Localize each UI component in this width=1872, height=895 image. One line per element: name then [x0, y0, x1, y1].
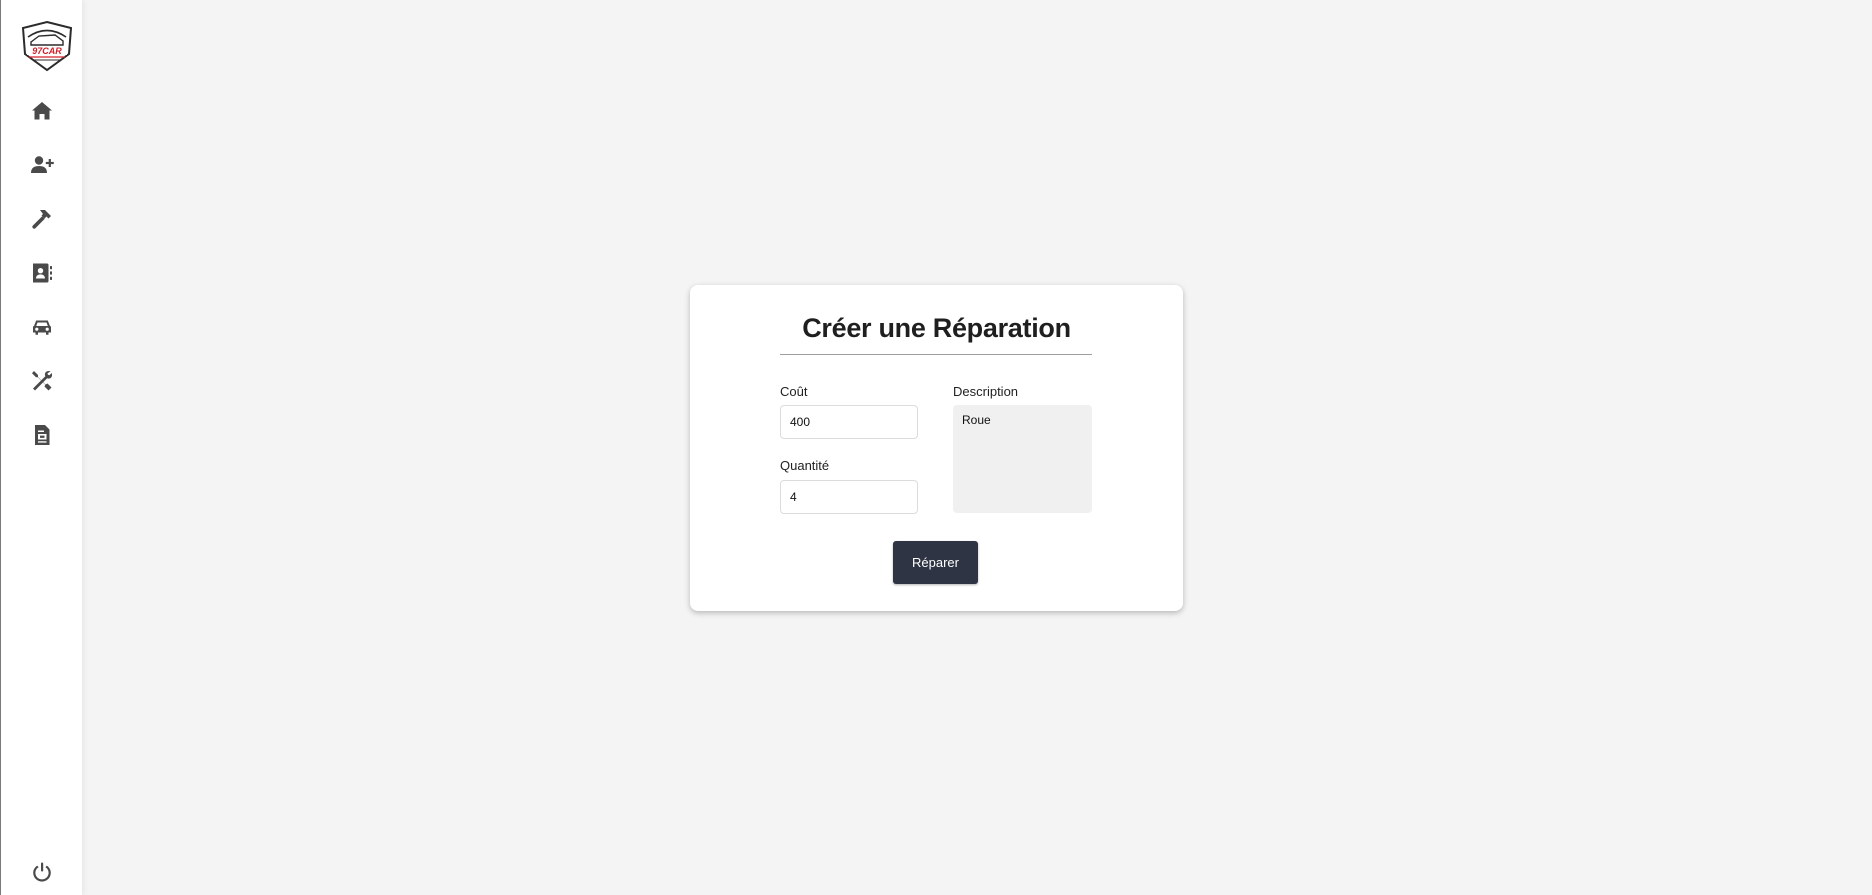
document-icon [35, 425, 50, 445]
app-window: 97CAR Créer une Réparation Coût 400 Quan… [0, 0, 1872, 895]
power-icon [33, 862, 51, 882]
tools-icon [32, 370, 53, 391]
quantity-label: Quantité [780, 458, 830, 473]
logo[interactable]: 97CAR [19, 20, 75, 72]
hammer-icon [32, 210, 51, 229]
nav-cars[interactable] [25, 310, 59, 344]
nav-add-user[interactable] [25, 148, 59, 182]
repair-submit-button[interactable]: Réparer [893, 541, 978, 584]
nav-tools[interactable] [25, 364, 59, 398]
nav-documents[interactable] [25, 418, 59, 452]
cost-input[interactable] [780, 405, 918, 439]
nav-repairs[interactable] [25, 202, 59, 236]
home-icon [32, 102, 52, 120]
nav-contacts[interactable] [25, 256, 59, 290]
description-textarea[interactable]: Roue [953, 405, 1092, 513]
description-label: Description [953, 384, 1019, 399]
logo-shield-icon: 97CAR [21, 20, 73, 72]
quantity-input[interactable] [780, 480, 918, 514]
title-divider [780, 354, 1092, 355]
contact-book-icon [33, 263, 52, 283]
car-icon [33, 320, 51, 335]
create-repair-form: Créer une Réparation Coût Quantité Descr… [690, 285, 1183, 611]
nav-home[interactable] [25, 94, 59, 128]
cost-label: Coût [780, 384, 808, 399]
logout-button[interactable] [25, 855, 59, 889]
form-title: Créer une Réparation [802, 313, 1071, 343]
logo-text: 97CAR [32, 46, 62, 56]
sidebar: 97CAR [0, 0, 82, 895]
user-plus-icon [31, 156, 54, 173]
main-content: Créer une Réparation Coût Quantité Descr… [82, 0, 1872, 895]
